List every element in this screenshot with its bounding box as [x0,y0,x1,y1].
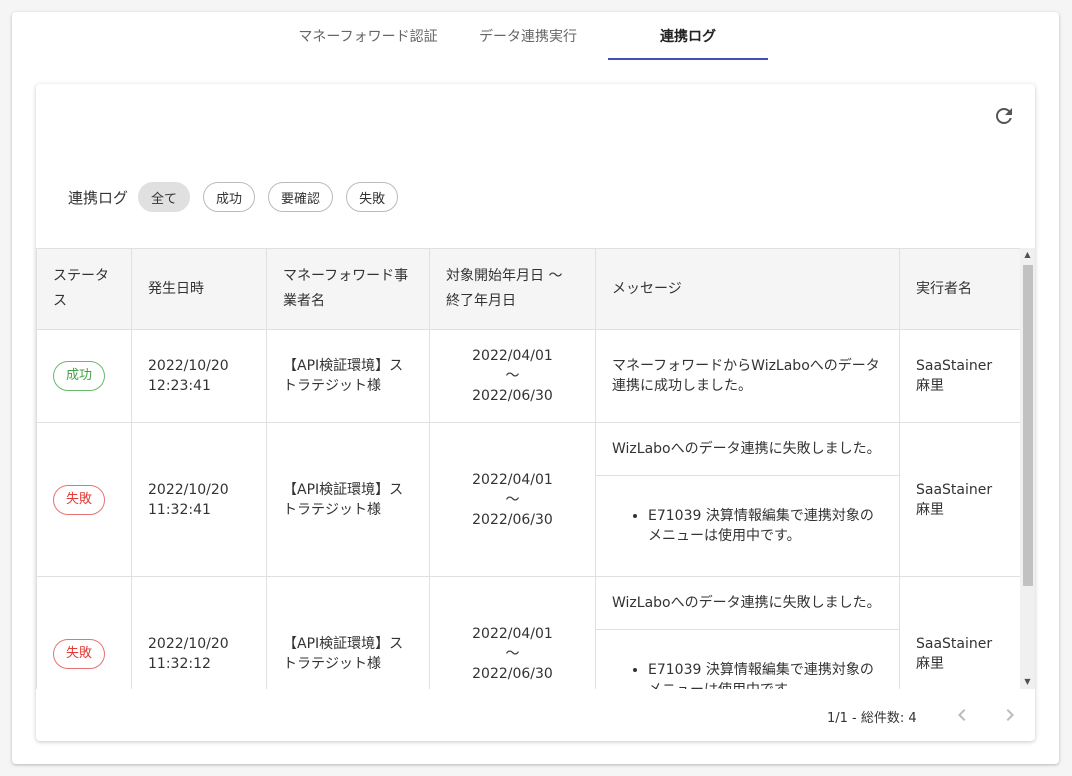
status-badge: 失敗 [53,484,106,515]
pagination-bar: 1/1 - 総件数: 4 [36,689,1035,741]
table-row: 成功 2022/10/20 12:23:41 【API検証環境】ストラテジット様… [36,329,1020,423]
user-cell: SaaStainer 麻里 [899,422,1020,577]
period-cell: 2022/04/01 〜 2022/06/30 [429,329,596,423]
period-separator: 〜 [505,491,520,508]
message-cell: WizLaboへのデータ連携に失敗しました。 [595,576,900,630]
message-cell: WizLaboへのデータ連携に失敗しました。 [595,422,900,476]
period-separator: 〜 [505,645,520,662]
period-cell: 2022/04/01 〜 2022/06/30 [429,576,596,689]
datetime-cell: 2022/10/20 11:32:41 [131,422,267,577]
status-cell: 成功 [36,329,132,423]
pagination-summary: 1/1 - 総件数: 4 [827,711,917,726]
tab-data-sync[interactable]: データ連携実行 [448,12,608,60]
main-card: マネーフォワード認証 データ連携実行 連携ログ 連携ログ 全て 成功 要確認 失… [12,12,1059,764]
refresh-icon[interactable] [992,104,1016,128]
scroll-down-arrow-icon[interactable]: ▼ [1020,675,1035,689]
tab-mf-auth[interactable]: マネーフォワード認証 [288,12,448,60]
table-row: 失敗 2022/10/20 11:32:41 【API検証環境】ストラテジット様… [36,422,1020,577]
tab-bar: マネーフォワード認証 データ連携実行 連携ログ [288,12,768,60]
period-start: 2022/04/01 [472,625,553,642]
col-header-datetime[interactable]: 発生日時 [131,248,267,330]
message-detail-item: E71039 決算情報編集で連携対象のメニューは使用中です。 [648,660,883,689]
chip-needs-check[interactable]: 要確認 [268,182,334,212]
period-cell: 2022/04/01 〜 2022/06/30 [429,422,596,577]
status-badge: 成功 [53,361,106,391]
scrollbar-thumb[interactable] [1023,265,1033,586]
tab-sync-log[interactable]: 連携ログ [608,12,768,60]
table-header-row: ステータス 発生日時 マネーフォワード事業者名 対象開始年月日 〜 終了年月日 … [36,248,1020,330]
period-start: 2022/04/01 [472,348,553,364]
message-cell: マネーフォワードからWizLaboへのデータ連携に成功しました。 [595,329,900,423]
period-separator: 〜 [505,368,520,384]
log-table: ステータス 発生日時 マネーフォワード事業者名 対象開始年月日 〜 終了年月日 … [36,248,1020,689]
col-header-company[interactable]: マネーフォワード事業者名 [266,248,430,330]
status-cell: 失敗 [36,422,132,577]
status-badge: 失敗 [53,638,106,669]
company-cell: 【API検証環境】ストラテジット様 [266,422,430,577]
message-detail-cell: E71039 決算情報編集で連携対象のメニューは使用中です。 [595,475,900,577]
company-cell: 【API検証環境】ストラテジット様 [266,576,430,689]
period-end: 2022/06/30 [472,665,553,682]
col-header-status[interactable]: ステータス [36,248,132,330]
log-table-container[interactable]: ステータス 発生日時 マネーフォワード事業者名 対象開始年月日 〜 終了年月日 … [36,248,1020,689]
chevron-right-icon[interactable] [998,703,1022,727]
user-cell: SaaStainer 麻里 [899,576,1020,689]
col-header-message[interactable]: メッセージ [595,248,900,330]
company-cell: 【API検証環境】ストラテジット様 [266,329,430,423]
period-end: 2022/06/30 [472,388,553,404]
filter-row: 連携ログ 全て 成功 要確認 失敗 [68,182,411,212]
message-detail-item: E71039 決算情報編集で連携対象のメニューは使用中です。 [648,506,883,546]
period-start: 2022/04/01 [472,471,553,488]
chevron-left-icon[interactable] [950,703,974,727]
message-detail-cell: E71039 決算情報編集で連携対象のメニューは使用中です。 [595,629,900,689]
chip-success[interactable]: 成功 [203,182,256,212]
datetime-cell: 2022/10/20 12:23:41 [131,329,267,423]
chip-failed[interactable]: 失敗 [346,182,399,212]
col-header-user[interactable]: 実行者名 [899,248,1020,330]
vertical-scrollbar[interactable]: ▲ ▼ [1020,248,1035,689]
filter-label: 連携ログ [68,188,129,207]
period-end: 2022/06/30 [472,511,553,528]
log-panel: 連携ログ 全て 成功 要確認 失敗 ステータス 発生日時 マネーフォワード事業者… [36,84,1035,741]
datetime-cell: 2022/10/20 11:32:12 [131,576,267,689]
col-header-period[interactable]: 対象開始年月日 〜 終了年月日 [429,248,596,330]
table-row: 失敗 2022/10/20 11:32:12 【API検証環境】ストラテジット様… [36,576,1020,689]
scroll-up-arrow-icon[interactable]: ▲ [1020,248,1035,262]
chip-all[interactable]: 全て [138,182,191,212]
status-cell: 失敗 [36,576,132,689]
user-cell: SaaStainer 麻里 [899,329,1020,423]
